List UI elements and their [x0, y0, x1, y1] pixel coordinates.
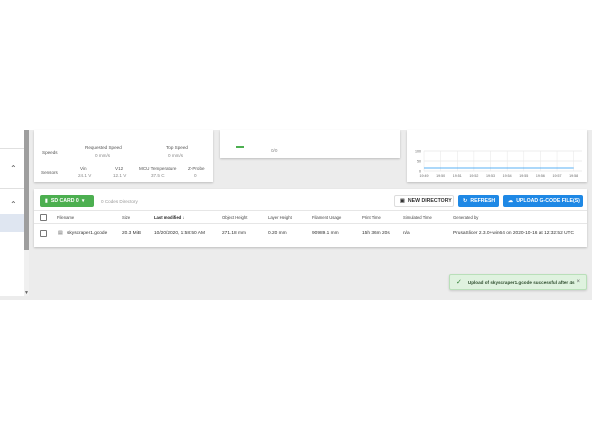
x-tick-label: 19:53 [486, 174, 495, 178]
vin-value: 24.1 V [78, 173, 92, 178]
sd-card-icon: ▮ [45, 198, 48, 204]
row-checkbox[interactable] [40, 230, 47, 237]
upload-gcode-label: UPLOAD G-CODE FILE(S) [516, 198, 580, 204]
x-tick-label: 19:52 [469, 174, 478, 178]
refresh-label: REFRESH [470, 198, 496, 204]
new-directory-button[interactable]: ▣ NEW DIRECTORY [394, 195, 454, 207]
x-tick-label: 19:51 [453, 174, 462, 178]
header-simulated-time[interactable]: Simulated Time [403, 215, 432, 220]
cell-filename[interactable]: skyscraper1.gcode [67, 231, 107, 236]
z-probe-label: Z-Probe [188, 166, 205, 171]
status-card: Speeds Requested Speed 0 mm/s Top Speed … [34, 130, 213, 182]
sidebar: ⌃ ⌃ [0, 130, 24, 296]
cell-object-height: 271.18 mm [222, 231, 246, 236]
sd-card-button[interactable]: ▮ SD CARD 0 ▾ [40, 195, 94, 207]
x-tick-label: 19:57 [553, 174, 562, 178]
speeds-label: Speeds [42, 150, 58, 155]
file-icon: ▤ [58, 231, 63, 236]
x-tick-label: 19:55 [519, 174, 528, 178]
header-layer-height[interactable]: Layer Height [268, 215, 292, 220]
header-print-time[interactable]: Print Time [362, 215, 381, 220]
v12-label: V12 [115, 166, 124, 171]
cell-simulated-time: n/a [403, 231, 410, 236]
y-tick-label: 100 [415, 149, 421, 153]
header-filename[interactable]: Filename [57, 215, 74, 220]
temperature-chart: 19:49 19:50 19:51 19:52 19:53 19:54 19:55 19:56… [415, 149, 582, 178]
arrow-down-icon: ↓ [182, 215, 185, 220]
cell-filament-usage: 90989.1 mm [312, 231, 339, 236]
header-generated-by[interactable]: Generated by [453, 215, 478, 220]
sensors-label: Sensors [41, 170, 58, 175]
scrollbar-thumb[interactable] [24, 130, 29, 250]
chevron-up-icon[interactable]: ⌃ [10, 165, 17, 173]
scroll-down-icon[interactable]: ▼ [24, 290, 29, 296]
refresh-icon: ↻ [463, 198, 468, 204]
top-speed-value: 0 mm/s [168, 153, 184, 158]
cell-print-time: 15h 36m 20s [362, 231, 390, 236]
cloud-upload-icon: ☁ [508, 198, 514, 204]
file-list-card: ▮ SD CARD 0 ▾ 0 Codes Directory ▣ NEW DI… [34, 189, 587, 247]
mcu-temperature-value: 37.5 C [151, 173, 165, 178]
new-directory-label: NEW DIRECTORY [407, 198, 452, 204]
chevron-up-icon[interactable]: ⌃ [10, 201, 17, 209]
chevron-down-icon: ▾ [81, 198, 85, 204]
partial-value: 0/0 [271, 148, 278, 153]
upload-success-toast: ✓ Upload of skyscraper1.gcode successful… [449, 274, 587, 290]
sd-card-label: SD CARD 0 [50, 198, 79, 204]
toolbar-divider [34, 210, 587, 211]
tools-card: 0/0 [220, 130, 400, 158]
header-filament-usage[interactable]: Filament Usage [312, 215, 341, 220]
refresh-button[interactable]: ↻ REFRESH [458, 195, 499, 207]
x-tick-label: 19:50 [436, 174, 445, 178]
x-tick-label: 19:49 [420, 174, 429, 178]
vin-label: Vin [80, 166, 87, 171]
close-icon[interactable]: × [576, 279, 580, 285]
sidebar-divider [0, 188, 24, 189]
cell-layer-height: 0.20 mm [268, 231, 287, 236]
checkmark-icon: ✓ [456, 279, 462, 286]
upload-gcode-button[interactable]: ☁ UPLOAD G-CODE FILE(S) [503, 195, 583, 207]
header-last-modified-label: Last modified [154, 215, 182, 220]
temperature-chart-card: 19:49 19:50 19:51 19:52 19:53 19:54 19:55 19:56… [407, 130, 587, 182]
x-tick-label: 19:56 [536, 174, 545, 178]
sidebar-item-selected[interactable] [0, 214, 24, 232]
status-indicator [236, 146, 244, 148]
header-size[interactable]: Size [122, 215, 130, 220]
requested-speed-label: Requested Speed [85, 145, 122, 150]
z-probe-value: 0 [194, 173, 197, 178]
sidebar-divider [0, 148, 24, 149]
cell-size: 20.3 MiB [122, 231, 141, 236]
directory-info: 0 Codes Directory [101, 199, 138, 204]
cell-last-modified: 10/20/2020, 1:58:50 AM [154, 231, 205, 236]
cell-generated-by: PrusaSlicer 2.3.0+win64 on 2020-10-16 at… [453, 231, 574, 236]
scrollbar[interactable]: ▼ [24, 130, 29, 296]
toast-message: Upload of skyscraper1.gcode successful a… [467, 279, 575, 285]
y-tick-label: 50 [417, 159, 421, 163]
header-last-modified[interactable]: Last modified ↓ [154, 215, 185, 220]
select-all-checkbox[interactable] [40, 214, 47, 221]
x-tick-label: 19:58 [569, 174, 578, 178]
header-object-height[interactable]: Object Height [222, 215, 247, 220]
mcu-temperature-label: MCU Temperature [139, 166, 177, 171]
x-tick-label: 19:54 [503, 174, 512, 178]
requested-speed-value: 0 mm/s [95, 153, 111, 158]
top-speed-label: Top Speed [166, 145, 188, 150]
y-tick-label: 0 [419, 169, 421, 173]
folder-plus-icon: ▣ [400, 198, 405, 204]
header-divider [34, 223, 587, 224]
v12-value: 12.1 V [113, 173, 127, 178]
